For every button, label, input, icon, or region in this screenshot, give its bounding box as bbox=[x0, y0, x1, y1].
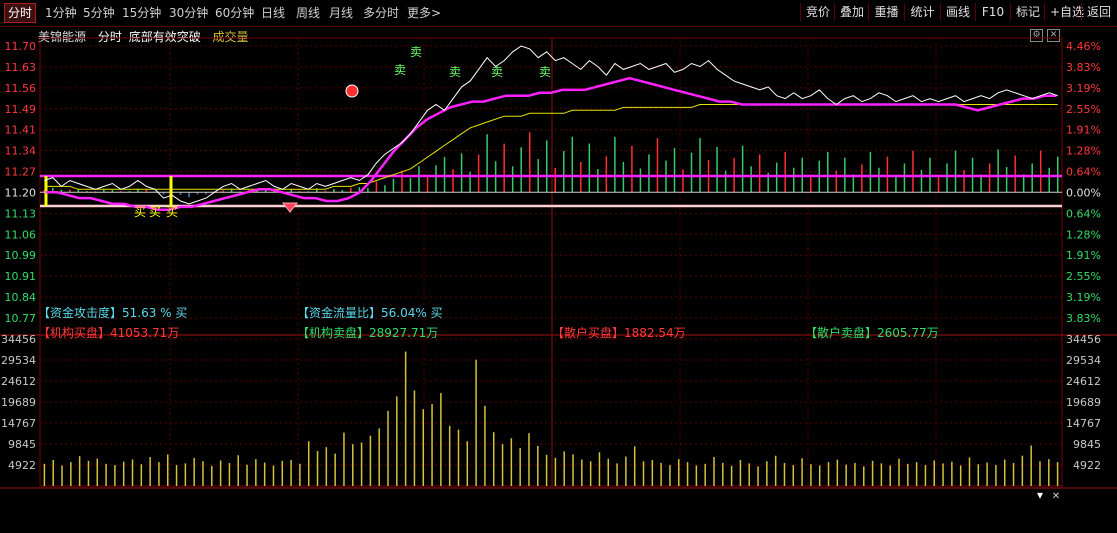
buy-signal: 买 bbox=[134, 205, 146, 219]
price-tick-label: 11.63 bbox=[5, 61, 37, 74]
volume-tick-label: 29534 bbox=[1, 354, 36, 367]
retail-buy-label: 【散户买盘】 bbox=[552, 326, 625, 340]
intraday-chart[interactable]: 11.70 4.46% 11.63 3.83% 11.56 3.19% 11.49 2.55%… bbox=[0, 0, 1117, 533]
volume-tick-label: 19689 bbox=[1, 396, 36, 409]
attack-value: 51.63 % 买 bbox=[122, 306, 188, 320]
volume-tick-label-right: 9845 bbox=[1073, 438, 1101, 451]
attack-label: 【资金攻击度】 bbox=[38, 306, 123, 320]
sell-signal: 卖 bbox=[539, 65, 551, 79]
price-tick-label: 11.41 bbox=[5, 124, 37, 137]
inst-sell-value: 28927.71万 bbox=[369, 326, 439, 340]
retail-sell-metric: 【散户卖盘】2605.77万 bbox=[805, 324, 939, 341]
volume-tick-label-right: 34456 bbox=[1066, 333, 1101, 346]
pct-tick-label: 3.83% bbox=[1066, 312, 1101, 325]
sell-signal: 卖 bbox=[491, 65, 503, 79]
pct-tick-label: 0.64% bbox=[1066, 166, 1101, 179]
volume-tick-label: 24612 bbox=[1, 375, 36, 388]
volume-tick-label: 4922 bbox=[8, 459, 36, 472]
buy-marker-icon bbox=[345, 84, 359, 98]
flow-value: 56.04% 买 bbox=[381, 306, 443, 320]
price-tick-label: 10.84 bbox=[5, 291, 37, 304]
pct-tick-label: 0.64% bbox=[1066, 207, 1101, 220]
diamond-marker-icon bbox=[281, 202, 299, 213]
pct-tick-label: 2.55% bbox=[1066, 103, 1101, 116]
inst-sell-label: 【机构卖盘】 bbox=[297, 326, 370, 340]
retail-buy-metric: 【散户买盘】1882.54万 bbox=[552, 324, 686, 341]
scroll-down-icon: ▾ bbox=[1037, 488, 1043, 502]
sell-signal: 卖 bbox=[394, 63, 406, 77]
flow-metric: 【资金流量比】56.04% 买 bbox=[297, 304, 443, 321]
pct-tick-label: 1.91% bbox=[1066, 249, 1101, 262]
pct-tick-label: 1.28% bbox=[1066, 145, 1101, 158]
price-tick-label: 11.20 bbox=[5, 186, 37, 199]
sell-signal: 卖 bbox=[449, 65, 461, 79]
pct-tick-label: 2.55% bbox=[1066, 270, 1101, 283]
price-tick-label: 11.34 bbox=[5, 145, 37, 158]
flow-label: 【资金流量比】 bbox=[297, 306, 382, 320]
price-tick-label: 10.77 bbox=[5, 312, 37, 325]
price-tick-label: 11.49 bbox=[5, 103, 37, 116]
price-tick-label: 11.27 bbox=[5, 166, 37, 179]
pct-tick-label: 3.19% bbox=[1066, 82, 1101, 95]
price-tick-label: 11.06 bbox=[5, 228, 37, 241]
pct-tick-label: 0.00% bbox=[1066, 186, 1101, 199]
volume-tick-label: 14767 bbox=[1, 417, 36, 430]
price-tick-label: 11.56 bbox=[5, 82, 37, 95]
inst-buy-metric: 【机构买盘】41053.71万 bbox=[38, 324, 179, 341]
volume-tick-label-right: 4922 bbox=[1073, 459, 1101, 472]
volume-tick-label-right: 24612 bbox=[1066, 375, 1101, 388]
price-tick-label: 10.99 bbox=[5, 249, 37, 262]
sell-signal: 卖 bbox=[410, 45, 422, 59]
buy-signal: 买 bbox=[149, 205, 161, 219]
attack-metric: 【资金攻击度】51.63 % 买 bbox=[38, 304, 187, 321]
inst-buy-value: 41053.71万 bbox=[110, 326, 180, 340]
pct-tick-label: 1.28% bbox=[1066, 228, 1101, 241]
inst-buy-label: 【机构买盘】 bbox=[38, 326, 111, 340]
price-tick-label: 11.13 bbox=[5, 207, 37, 220]
inst-sell-metric: 【机构卖盘】28927.71万 bbox=[297, 324, 438, 341]
price-tick-label: 11.70 bbox=[5, 40, 37, 53]
pct-tick-label: 4.46% bbox=[1066, 40, 1101, 53]
pct-tick-label: 1.91% bbox=[1066, 124, 1101, 137]
retail-sell-value: 2605.77万 bbox=[877, 326, 939, 340]
volume-tick-label-right: 14767 bbox=[1066, 417, 1101, 430]
volume-tick-label: 9845 bbox=[8, 438, 36, 451]
volume-tick-label-right: 29534 bbox=[1066, 354, 1101, 367]
retail-sell-label: 【散户卖盘】 bbox=[805, 326, 878, 340]
price-tick-label: 10.91 bbox=[5, 270, 37, 283]
close-small-icon: ✕ bbox=[1052, 491, 1060, 502]
buy-signal: 买 bbox=[166, 205, 178, 219]
pct-tick-label: 3.19% bbox=[1066, 291, 1101, 304]
pct-tick-label: 3.83% bbox=[1066, 61, 1101, 74]
volume-tick-label-right: 19689 bbox=[1066, 396, 1101, 409]
retail-buy-value: 1882.54万 bbox=[624, 326, 686, 340]
volume-tick-label: 34456 bbox=[1, 333, 36, 346]
